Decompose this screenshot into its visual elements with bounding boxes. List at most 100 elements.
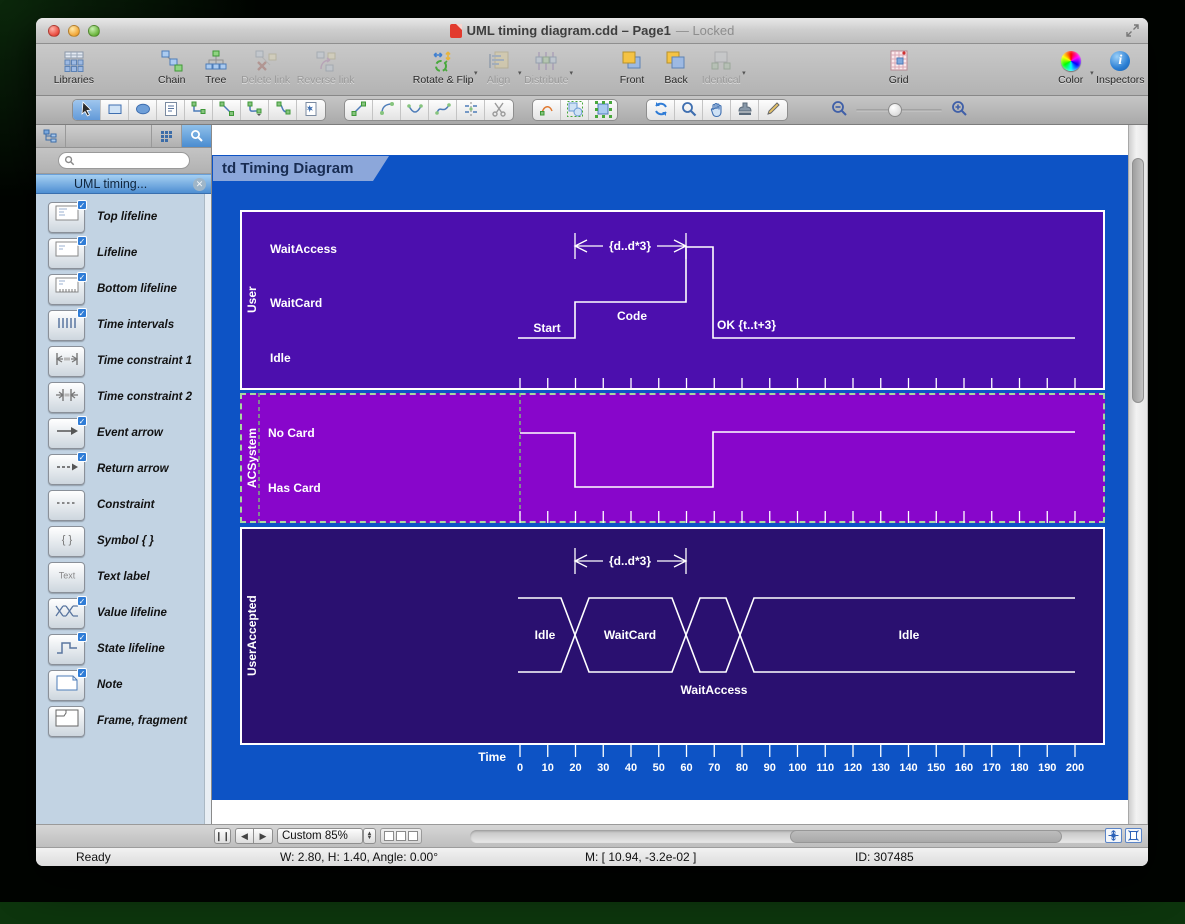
connector-tree-button[interactable]: [269, 100, 297, 121]
vertical-scrollbar[interactable]: [1128, 125, 1147, 824]
horizontal-scrollbar-thumb[interactable]: [790, 830, 1062, 843]
toolbar-color-button[interactable]: Color▾: [1049, 47, 1093, 86]
library-item-note[interactable]: ✓Note: [48, 667, 211, 703]
scissors-tool-button[interactable]: [485, 100, 513, 121]
vertical-scrollbar-thumb[interactable]: [1132, 158, 1144, 403]
zoom-stepper[interactable]: ▲▼: [363, 828, 376, 844]
shape-preview-time-intervals[interactable]: ✓: [48, 310, 85, 341]
horizontal-scrollbar[interactable]: [470, 830, 1116, 843]
toolbar-inspectors-button[interactable]: iInspectors: [1093, 47, 1148, 86]
toolbar-rotate-flip-button[interactable]: Rotate & Flip▾: [410, 47, 477, 86]
connector-direct-button[interactable]: [213, 100, 241, 121]
library-item-bottom-lifeline[interactable]: ✓Bottom lifeline: [48, 271, 211, 307]
library-item-return-arrow[interactable]: ✓Return arrow: [48, 451, 211, 487]
library-tree-view-button[interactable]: [36, 125, 66, 147]
lane-acsystem-selected[interactable]: [240, 393, 1105, 523]
zoom-slider-thumb[interactable]: [888, 103, 902, 117]
lane-user[interactable]: [240, 210, 1105, 390]
library-item-time-intervals[interactable]: ✓Time intervals: [48, 307, 211, 343]
shape-preview-event-arrow[interactable]: ✓: [48, 418, 85, 449]
zoom-tool-button[interactable]: [675, 100, 703, 121]
next-page-button[interactable]: ▶: [254, 828, 273, 844]
frame-label-tab[interactable]: td Timing Diagram: [213, 156, 389, 181]
library-grid-view-button[interactable]: [151, 125, 181, 147]
shape-preview-state-lifeline[interactable]: ✓: [48, 634, 85, 665]
select-button[interactable]: [73, 100, 101, 121]
shape-preview-time-constraint-1[interactable]: [48, 346, 85, 377]
library-item-lifeline[interactable]: ✓Lifeline: [48, 235, 211, 271]
toolbar-chain-button[interactable]: Chain: [150, 47, 194, 86]
shape-preview-symbol[interactable]: { }: [48, 526, 85, 557]
event-label-code: Code: [617, 309, 647, 323]
zoom-slider[interactable]: [856, 109, 942, 112]
shape-preview-return-arrow[interactable]: ✓: [48, 454, 85, 485]
shape-preview-time-constraint-2[interactable]: [48, 382, 85, 413]
shape-preview-value-lifeline[interactable]: ✓: [48, 598, 85, 629]
zoom-tool-icon: [680, 100, 698, 122]
page-thumbnail-2[interactable]: [396, 831, 406, 841]
zoom-out-icon[interactable]: [830, 99, 848, 122]
pen-tool-button[interactable]: [759, 100, 787, 121]
arc-tool-button[interactable]: [373, 100, 401, 121]
lane-useraccepted[interactable]: [240, 527, 1105, 745]
shape-preview-top-lifeline[interactable]: ✓: [48, 202, 85, 233]
disconnect-button[interactable]: [297, 100, 325, 121]
library-item-value-lifeline[interactable]: ✓Value lifeline: [48, 595, 211, 631]
connector-right-angle-button[interactable]: [185, 100, 213, 121]
ellipse-tool-button[interactable]: [129, 100, 157, 121]
refresh-tool-button[interactable]: [647, 100, 675, 121]
library-item-top-lifeline[interactable]: ✓Top lifeline: [48, 199, 211, 235]
reshape-union-button[interactable]: [561, 100, 589, 121]
library-item-state-lifeline[interactable]: ✓State lifeline: [48, 631, 211, 667]
library-item-constraint[interactable]: Constraint: [48, 487, 211, 523]
toolbar-grid-button[interactable]: Grid: [877, 47, 921, 86]
status-mouse-coords: M: [ 10.94, -3.2e-02 ]: [585, 850, 696, 864]
pause-redraw-button[interactable]: ❙❙: [214, 828, 231, 844]
pan-view-icon[interactable]: [1105, 828, 1122, 843]
shape-preview-text-label[interactable]: Text: [48, 562, 85, 593]
reshape-curve-button[interactable]: [533, 100, 561, 121]
line-tool-button[interactable]: [345, 100, 373, 121]
library-item-time-constraint-1[interactable]: Time constraint 1: [48, 343, 211, 379]
zoom-level-select[interactable]: Custom 85%: [277, 828, 363, 844]
library-item-time-constraint-2[interactable]: Time constraint 2: [48, 379, 211, 415]
rect-tool-button[interactable]: [101, 100, 129, 121]
library-item-symbol[interactable]: { }Symbol { }: [48, 523, 211, 559]
hand-tool-button[interactable]: [703, 100, 731, 121]
library-search-view-button[interactable]: [181, 125, 211, 147]
search-input[interactable]: [75, 155, 175, 167]
toolbar-libraries-button[interactable]: Libraries: [50, 47, 98, 86]
library-item-event-arrow[interactable]: ✓Event arrow: [48, 415, 211, 451]
shape-preview-lifeline[interactable]: ✓: [48, 238, 85, 269]
search-field[interactable]: [58, 152, 190, 169]
bezier-tool-button[interactable]: [429, 100, 457, 121]
drawing-canvas[interactable]: td Timing Diagram: [212, 125, 1128, 824]
divide-tool-button[interactable]: [457, 100, 485, 121]
curve-tool-button[interactable]: [401, 100, 429, 121]
toolbar-back-button[interactable]: Back: [654, 47, 698, 86]
page-thumbnails[interactable]: [380, 828, 422, 844]
page-thumbnail-1[interactable]: [384, 831, 394, 841]
shape-preview-note[interactable]: ✓: [48, 670, 85, 701]
page-thumbnail-3[interactable]: [408, 831, 418, 841]
sidebar-toolbar: [36, 125, 211, 148]
shape-preview-bottom-lifeline[interactable]: ✓: [48, 274, 85, 305]
toolbar-front-button[interactable]: Front: [610, 47, 654, 86]
library-scrollbar[interactable]: [204, 194, 211, 824]
zoom-in-icon[interactable]: [950, 99, 968, 122]
library-item-frame-fragment[interactable]: Frame, fragment: [48, 703, 211, 739]
prev-page-button[interactable]: ◀: [235, 828, 254, 844]
reshape-group-button[interactable]: [589, 100, 617, 121]
shape-preview-constraint[interactable]: [48, 490, 85, 521]
checked-badge-icon: ✓: [77, 416, 87, 426]
library-header[interactable]: UML timing... ✕: [36, 174, 211, 194]
stamp-tool-button[interactable]: [731, 100, 759, 121]
fit-page-icon[interactable]: [1125, 828, 1142, 843]
connector-smart-button[interactable]: [241, 100, 269, 121]
text-tool-button[interactable]: [157, 100, 185, 121]
library-close-icon[interactable]: ✕: [193, 178, 206, 191]
fullscreen-icon[interactable]: [1126, 24, 1139, 37]
toolbar-tree-button[interactable]: Tree: [194, 47, 238, 86]
shape-preview-frame-fragment[interactable]: [48, 706, 85, 737]
library-item-text-label[interactable]: TextText label: [48, 559, 211, 595]
